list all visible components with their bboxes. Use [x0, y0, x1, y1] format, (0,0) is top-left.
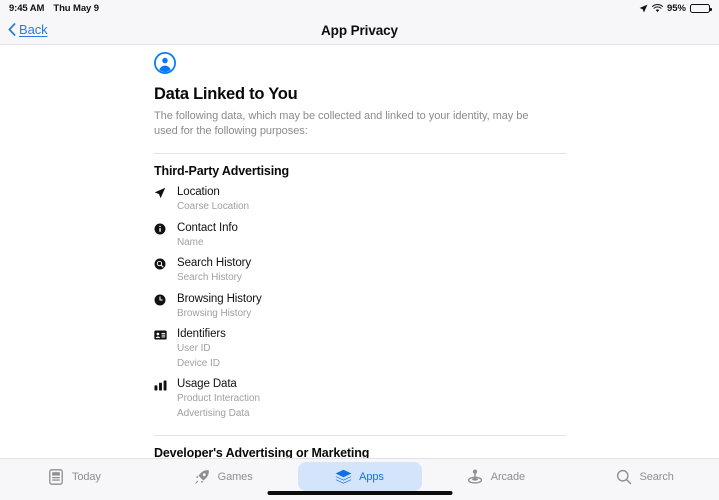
list-item-body: Browsing History Browsing History	[177, 292, 262, 321]
search-icon	[615, 468, 632, 485]
tab-today-label: Today	[71, 470, 101, 483]
category-detail: Device ID	[177, 357, 220, 369]
sheet-subtitle: The following data, which may be collect…	[154, 110, 529, 137]
list-item-body: Contact Info Name	[177, 221, 238, 250]
category-name: Identifiers	[177, 328, 226, 340]
category-name: Contact Info	[177, 221, 238, 234]
battery-icon	[690, 3, 712, 14]
location-arrow-icon	[639, 4, 648, 13]
category-name: Location	[177, 186, 220, 198]
person-circle-icon	[154, 52, 176, 74]
section-title: Third-Party Advertising	[154, 164, 289, 178]
status-bar-left: 9:45 AM Thu May 9	[9, 3, 99, 14]
content-area[interactable]: Data Linked to You The following data, w…	[0, 46, 719, 458]
joystick-icon	[467, 468, 484, 485]
status-time: 9:45 AM	[9, 3, 45, 14]
list-item: Search History Search History	[154, 256, 566, 285]
section-divider	[154, 435, 566, 436]
section-title: Developer's Advertising or Marketing	[154, 446, 370, 458]
section-divider	[154, 153, 566, 154]
page-title: App Privacy	[0, 12, 719, 38]
privacy-detail-sheet: Data Linked to You The following data, w…	[154, 46, 566, 458]
location-arrow-icon	[154, 186, 169, 200]
category-name: Browsing History	[177, 292, 262, 305]
tab-apps-label: Apps	[359, 470, 384, 483]
tab-games-label: Games	[217, 470, 253, 483]
status-bar: 9:45 AM Thu May 9 95%	[0, 0, 719, 17]
section-third-party-advertising: Third-Party Advertising Location Coarse …	[154, 153, 566, 420]
home-indicator[interactable]	[267, 491, 452, 495]
list-item: Identifiers User ID Device ID	[154, 327, 566, 370]
list-item: Location Coarse Location	[154, 185, 566, 214]
clock-icon	[154, 293, 169, 307]
navigation-bar: Back App Privacy	[0, 12, 719, 45]
tab-search-label: Search	[639, 470, 674, 483]
tab-games[interactable]: Games	[149, 462, 298, 491]
list-item-body: Location Coarse Location	[177, 185, 249, 214]
tab-apps[interactable]: Apps	[297, 462, 422, 491]
list-item-body: Usage Data Product Interaction Advertisi…	[177, 377, 260, 420]
category-detail: User ID	[177, 343, 211, 354]
section-developers-advertising-or-marketing: Developer's Advertising or Marketing Pur…	[154, 435, 566, 458]
page-title-label: App Privacy	[321, 23, 398, 38]
status-bar-right: 95%	[639, 3, 712, 14]
category-name: Usage Data	[177, 378, 237, 390]
id-card-icon	[154, 328, 169, 342]
list-item: Contact Info Name	[154, 221, 566, 250]
rocket-icon	[194, 468, 211, 485]
tab-search[interactable]: Search	[570, 462, 719, 491]
tab-today[interactable]: Today	[0, 462, 149, 491]
category-detail: Search History	[177, 272, 242, 283]
status-date: Thu May 9	[53, 3, 99, 14]
tab-arcade-label: Arcade	[490, 470, 525, 483]
wifi-icon	[652, 4, 663, 13]
layers-icon	[335, 468, 352, 485]
list-item: Browsing History Browsing History	[154, 292, 566, 321]
tab-arcade[interactable]: Arcade	[422, 462, 571, 491]
data-category-list: Location Coarse Location Contact Info Na…	[154, 185, 566, 420]
today-icon	[48, 468, 65, 485]
category-detail: Browsing History	[177, 307, 252, 319]
ipad-app-store-screen: 9:45 AM Thu May 9 95% Back App Privacy D…	[0, 0, 719, 500]
list-item-body: Identifiers User ID Device ID	[177, 327, 226, 370]
list-item-body: Search History Search History	[177, 256, 251, 285]
category-detail: Name	[177, 236, 204, 248]
sheet-title: Data Linked to You	[154, 85, 298, 103]
category-detail: Advertising Data	[177, 407, 250, 419]
list-item: Usage Data Product Interaction Advertisi…	[154, 377, 566, 420]
category-detail: Coarse Location	[177, 201, 250, 212]
magnifier-circle-icon	[154, 257, 169, 271]
info-circle-icon	[154, 222, 169, 236]
category-name: Search History	[177, 257, 252, 269]
category-detail: Product Interaction	[177, 393, 260, 404]
bar-chart-icon	[154, 378, 169, 392]
battery-percent-label: 95%	[666, 3, 686, 14]
